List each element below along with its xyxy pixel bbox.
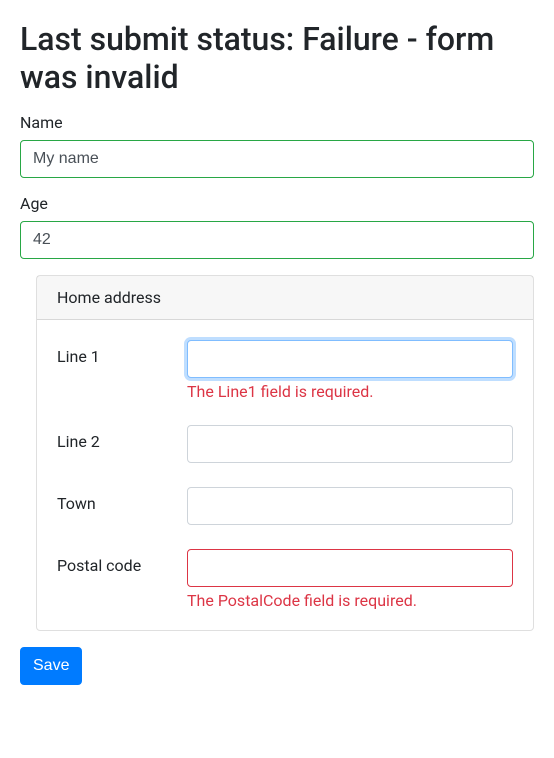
line1-input[interactable] <box>187 340 513 378</box>
page-title: Last submit status: Failure - form was i… <box>20 20 534 97</box>
postal-input[interactable] <box>187 549 513 587</box>
save-button[interactable]: Save <box>20 647 82 685</box>
age-input[interactable] <box>20 221 534 259</box>
line1-error: The Line1 field is required. <box>187 382 513 401</box>
postal-error: The PostalCode field is required. <box>187 591 513 610</box>
town-label: Town <box>57 487 187 525</box>
line2-label: Line 2 <box>57 425 187 463</box>
line1-label: Line 1 <box>57 340 187 401</box>
address-header: Home address <box>37 276 533 320</box>
name-input[interactable] <box>20 140 534 178</box>
name-label: Name <box>20 113 534 132</box>
postal-label: Postal code <box>57 549 187 610</box>
town-input[interactable] <box>187 487 513 525</box>
address-card: Home address Line 1 The Line1 field is r… <box>36 275 534 631</box>
line2-input[interactable] <box>187 425 513 463</box>
age-label: Age <box>20 194 534 213</box>
